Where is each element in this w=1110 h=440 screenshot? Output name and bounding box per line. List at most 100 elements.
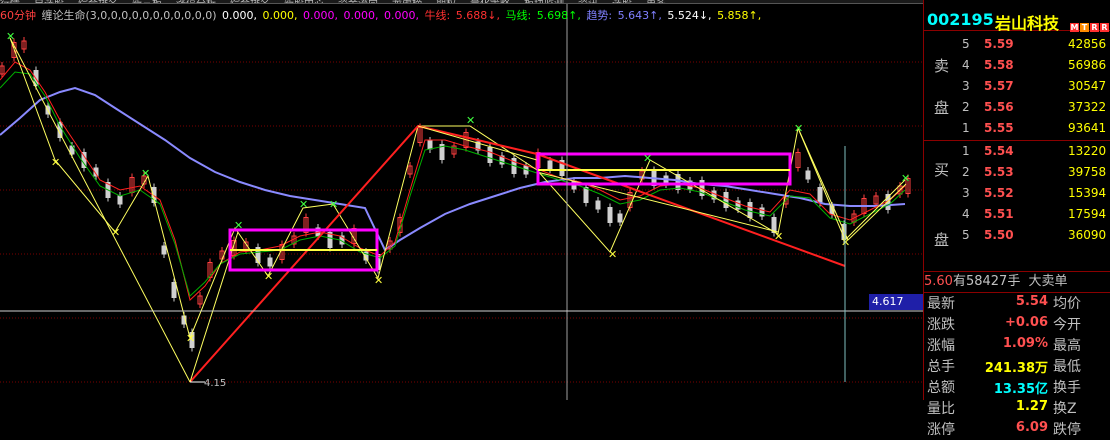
- level-number: 1: [962, 144, 970, 158]
- stat-row: 总额 13.35亿 换手: [924, 377, 1110, 398]
- stat-label: 涨跌: [927, 317, 955, 333]
- buy-order-row[interactable]: 3 5.52 15394: [924, 183, 1110, 205]
- candle-body: [817, 187, 823, 203]
- candle-body: [117, 195, 123, 205]
- buy-order-book: 买 盘 1 5.54 13220 2 5.53 39758 3 5.52 15394 4 5.51 1…: [924, 141, 1110, 272]
- niu-label: 牛线:: [424, 9, 451, 22]
- stat-label-2: 最高: [1053, 338, 1081, 354]
- order-volume: 30547: [1068, 79, 1107, 93]
- top-menu-item[interactable]: 资讯: [578, 0, 598, 3]
- level-number: 1: [962, 121, 970, 135]
- buy-order-row[interactable]: 1 5.54 13220: [924, 141, 1110, 163]
- trend-value: 5.643↑,: [617, 9, 662, 22]
- top-menu-item[interactable]: 综合排名: [230, 0, 270, 3]
- signal-x-marker: ✕: [299, 198, 308, 211]
- sell-order-row[interactable]: 2 5.56 37322: [924, 97, 1110, 119]
- big-trade-prefix: 有: [952, 274, 966, 289]
- stat-row: 量比 1.27 换Z: [924, 398, 1110, 419]
- sell-order-row[interactable]: 1 5.55 93641: [924, 118, 1110, 140]
- val-1: 0.000,: [262, 9, 298, 22]
- signal-x-marker: ✕: [51, 156, 60, 169]
- buy-order-row[interactable]: 5 5.50 36090: [924, 225, 1110, 247]
- stat-label-2: 均价: [1053, 296, 1081, 312]
- top-menu-item[interactable]: 板块监测: [524, 0, 564, 3]
- order-price: 5.52: [984, 186, 1014, 200]
- val-4: 0.000,: [384, 9, 420, 22]
- buy-order-row[interactable]: 4 5.51 17594: [924, 204, 1110, 226]
- candle-body: [487, 147, 493, 163]
- v2-value: 5.858↑,: [717, 9, 762, 22]
- period-label[interactable]: 60分钟: [0, 9, 36, 22]
- stat-value: 5.54: [1015, 294, 1048, 309]
- top-menu-item[interactable]: 期权: [436, 0, 456, 3]
- kline-chart[interactable]: ✕ ✕ ✕ ✕ ✕ ✕ ✕ ✕ ✕ ✕ ✕ ✕ ✕ ✕ ✕ ✕ ✕ 4.15: [0, 0, 923, 400]
- order-price: 5.57: [984, 79, 1014, 93]
- val-2: 0.000,: [303, 9, 339, 22]
- order-volume: 36090: [1068, 228, 1107, 242]
- val-3: 0.000,: [343, 9, 379, 22]
- top-menu-item[interactable]: 行情: [0, 0, 20, 3]
- buy-order-row[interactable]: 2 5.53 39758: [924, 162, 1110, 184]
- top-menu-item[interactable]: 量化策略: [470, 0, 510, 3]
- signal-x-marker: ✕: [6, 30, 15, 43]
- low-price-label: 4.15: [204, 378, 226, 389]
- order-price: 5.54: [984, 144, 1014, 158]
- candle-body: [617, 213, 623, 223]
- signal-x-marker: ✕: [841, 236, 850, 249]
- signal-x-marker: ✕: [186, 332, 195, 345]
- stat-label-2: 换Z: [1053, 401, 1077, 417]
- candle-body: [747, 202, 753, 218]
- signal-x-marker: ✕: [794, 122, 803, 135]
- big-trade-label: 大卖单: [1028, 274, 1068, 289]
- candle-body: [583, 187, 589, 203]
- signal-x-marker: ✕: [643, 152, 652, 165]
- quote-panel: 002195 岩山科技 MTRR 卖 盘 5 5.59 42856 4 5.58 5698…: [923, 0, 1110, 438]
- stock-code[interactable]: 002195: [927, 10, 994, 29]
- sell-order-row[interactable]: 5 5.59 42856: [924, 34, 1110, 56]
- level-number: 5: [962, 37, 970, 51]
- formula-label[interactable]: 缠论生命(3,0,0,0,0,0,0,0,0,0,0,0): [42, 9, 217, 22]
- big-trade-row: 5.60有58427手 大卖单: [924, 272, 1110, 293]
- top-menu-item[interactable]: 涨停分析: [176, 0, 216, 3]
- order-volume: 42856: [1068, 37, 1107, 51]
- sell-order-row[interactable]: 4 5.58 56986: [924, 55, 1110, 77]
- stat-value: 6.09: [1015, 420, 1048, 435]
- stat-label: 量比: [927, 401, 955, 417]
- stat-value: +0.06: [1005, 315, 1048, 330]
- indicator-bar: 60分钟 缠论生命(3,0,0,0,0,0,0,0,0,0,0,0) 0.000…: [0, 8, 763, 24]
- ma-value: 5.698↑,: [536, 9, 581, 22]
- signal-x-marker: ✕: [264, 270, 273, 283]
- stat-label: 涨停: [927, 422, 955, 438]
- candle-body: [607, 207, 613, 223]
- top-menu-item[interactable]: 更多: [646, 0, 666, 3]
- candle-body: [547, 160, 553, 170]
- order-price: 5.51: [984, 207, 1014, 221]
- level-number: 3: [962, 79, 970, 93]
- order-price: 5.53: [984, 165, 1014, 179]
- stat-row: 总手 241.38万 最低: [924, 356, 1110, 377]
- stat-value: 13.35亿: [993, 382, 1048, 397]
- stat-label-2: 最低: [1053, 359, 1081, 375]
- top-menu-item[interactable]: 龙虎榜: [392, 0, 422, 3]
- top-menu-item[interactable]: 新三板: [132, 0, 162, 3]
- signal-x-marker: ✕: [466, 114, 475, 127]
- level-number: 2: [962, 100, 970, 114]
- moving-average-lines: [0, 61, 906, 301]
- top-menu-item[interactable]: 综合排名: [78, 0, 118, 3]
- top-menu-item[interactable]: 自选股: [34, 0, 64, 3]
- val-0: 0.000,: [222, 9, 258, 22]
- signal-x-marker: ✕: [234, 219, 243, 232]
- top-menu-item[interactable]: 选股: [612, 0, 632, 3]
- stat-label: 最新: [927, 296, 955, 312]
- top-menu-item[interactable]: 新股中心: [284, 0, 324, 3]
- stat-value: 1.27: [1015, 399, 1048, 414]
- stat-value: 241.38万: [984, 361, 1048, 376]
- candle-body: [805, 170, 811, 180]
- big-trade-price: 5.60: [924, 274, 953, 289]
- stat-label-2: 跌停: [1053, 422, 1081, 438]
- top-menu-item[interactable]: 资金流向: [338, 0, 378, 3]
- sell-order-row[interactable]: 3 5.57 30547: [924, 76, 1110, 98]
- candle-body: [427, 140, 433, 150]
- stat-row: 涨跌 +0.06 今开: [924, 314, 1110, 335]
- stat-row: 涨停 6.09 跌停: [924, 419, 1110, 440]
